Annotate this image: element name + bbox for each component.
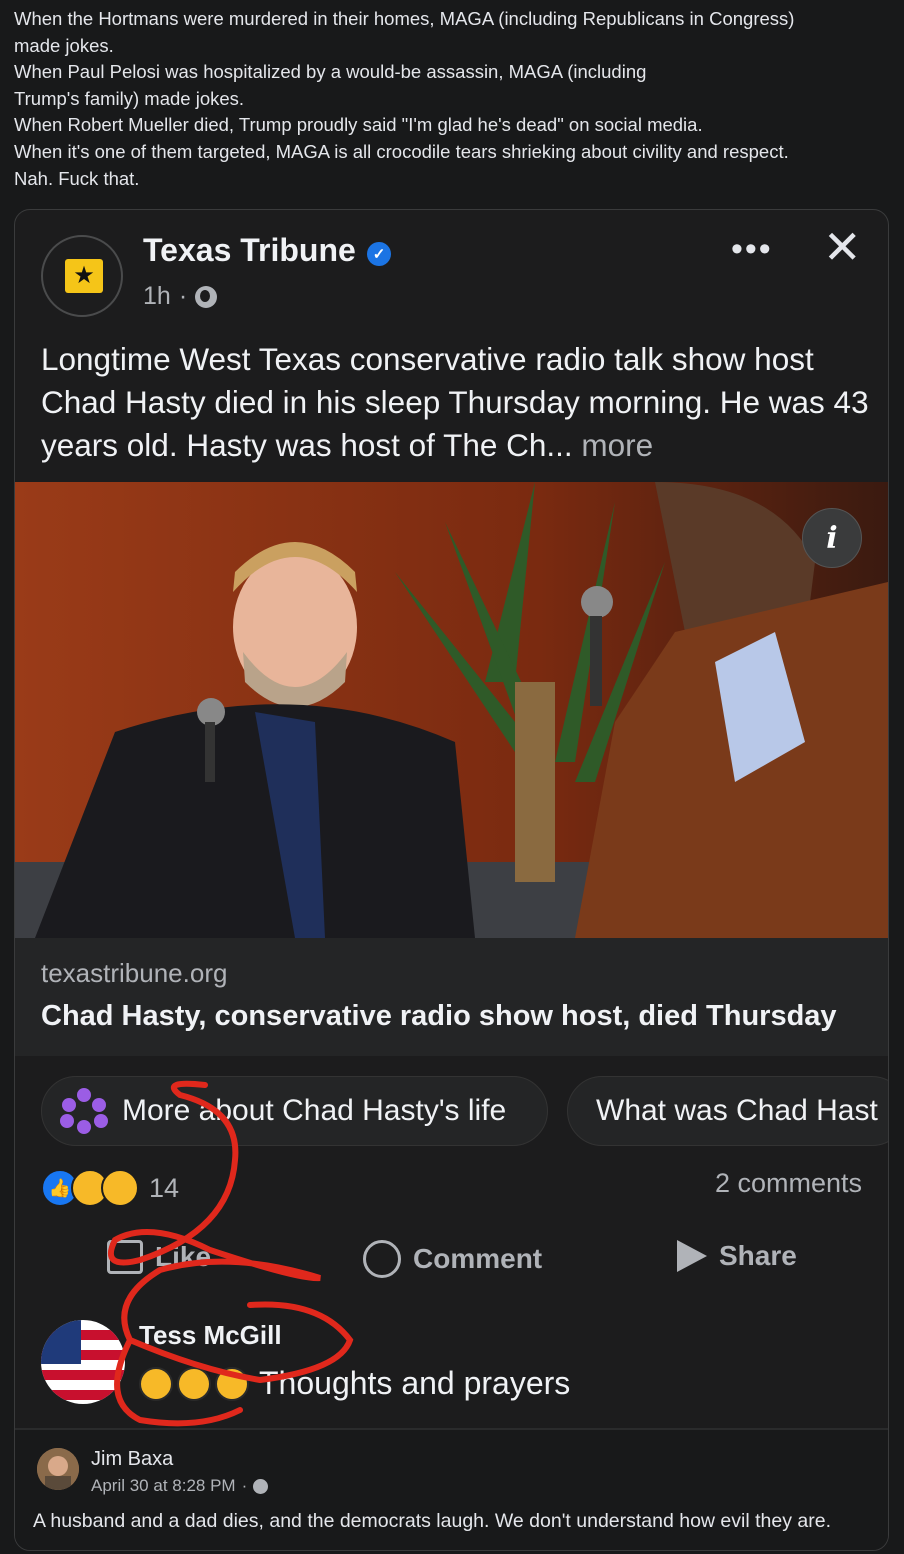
comment-icon: [363, 1240, 401, 1278]
share-label: Share: [719, 1240, 797, 1271]
comment-body: Thoughts and prayers: [259, 1365, 571, 1401]
author-avatar[interactable]: [37, 1448, 79, 1490]
commenter-name[interactable]: Tess McGill: [139, 1320, 282, 1351]
post-meta: 1h ·: [143, 282, 218, 311]
haha-reaction-icon: [101, 1169, 139, 1207]
link-title: Chad Hasty, conservative radio show host…: [41, 1000, 837, 1032]
comment-label: Comment: [413, 1243, 543, 1274]
meta-separator: ·: [178, 282, 188, 310]
page-name[interactable]: Texas Tribune: [143, 232, 356, 269]
comment-text: Thoughts and prayers: [139, 1365, 570, 1402]
like-icon: [107, 1240, 143, 1274]
share-icon: [677, 1240, 707, 1272]
post-date-text[interactable]: April 30 at 8:28 PM: [91, 1476, 236, 1496]
photo-illustration: [15, 482, 888, 938]
reaction-count: 14: [149, 1172, 180, 1203]
meta-ai-sparkle-icon: [54, 1086, 114, 1136]
chip-label: More about Chad Hasty's life: [122, 1094, 507, 1127]
post-text: Longtime West Texas conservative radio t…: [41, 338, 871, 467]
related-topic-chip[interactable]: More about Chad Hasty's life: [41, 1076, 548, 1146]
laughing-emoji-icon: [215, 1366, 249, 1401]
post-header: ★ Texas Tribune ✓ 1h · ••• ✕: [15, 210, 888, 317]
intro-line: Trump's family) made jokes.: [14, 87, 245, 109]
intro-line: When Paul Pelosi was hospitalized by a w…: [14, 61, 647, 83]
author-post-text: A husband and a dad dies, and the democr…: [33, 1510, 831, 1532]
info-icon[interactable]: i: [802, 508, 862, 568]
like-label: Like: [155, 1241, 212, 1272]
flag-avatar-image: [41, 1320, 125, 1404]
commenter-avatar[interactable]: [41, 1320, 125, 1404]
star-logo-icon: ★: [65, 259, 103, 293]
intro-line: made jokes.: [14, 34, 114, 56]
author-photo: [37, 1448, 79, 1490]
link-preview[interactable]: texastribune.org Chad Hasty, conservativ…: [15, 938, 888, 1056]
intro-line: When Robert Mueller died, Trump proudly …: [14, 114, 703, 136]
like-button[interactable]: Like: [107, 1240, 211, 1274]
chip-label: What was Chad Hast: [596, 1094, 878, 1127]
more-options-icon[interactable]: •••: [731, 230, 773, 269]
intro-line: When it's one of them targeted, MAGA is …: [14, 140, 789, 162]
laughing-emoji-icon: [177, 1366, 211, 1401]
link-domain: texastribune.org: [41, 958, 228, 988]
close-icon[interactable]: ✕: [823, 224, 862, 270]
reaction-summary[interactable]: 👍 14: [41, 1168, 179, 1208]
page-avatar[interactable]: ★: [41, 235, 123, 317]
globe-icon: [195, 285, 218, 308]
post-time[interactable]: 1h: [143, 282, 171, 311]
comment-item: Tess McGill Thoughts and prayers: [41, 1310, 871, 1410]
verified-badge-icon: ✓: [367, 242, 391, 266]
comments-count[interactable]: 2 comments: [715, 1168, 862, 1199]
intro-line: Nah. Fuck that.: [14, 167, 140, 189]
outer-post-footer: Jim Baxa April 30 at 8:28 PM · A husband…: [15, 1430, 888, 1550]
shared-post-card: ★ Texas Tribune ✓ 1h · ••• ✕ Longtime We…: [14, 209, 889, 1551]
post-date: April 30 at 8:28 PM ·: [91, 1476, 269, 1496]
see-more-link[interactable]: more: [581, 427, 653, 463]
author-name[interactable]: Jim Baxa: [91, 1448, 173, 1471]
post-body: Longtime West Texas conservative radio t…: [41, 341, 869, 463]
action-bar: Like Comment Share: [15, 1240, 888, 1290]
intro-text: When the Hortmans were murdered in their…: [14, 6, 894, 192]
share-button[interactable]: Share: [677, 1240, 797, 1272]
post-photo[interactable]: [15, 482, 888, 938]
globe-icon: [253, 1478, 269, 1494]
related-topic-chip[interactable]: What was Chad Hast: [567, 1076, 888, 1146]
intro-line: When the Hortmans were murdered in their…: [14, 8, 795, 29]
comment-button[interactable]: Comment: [363, 1240, 542, 1278]
meta-separator: ·: [241, 1476, 248, 1495]
laughing-emoji-icon: [139, 1366, 173, 1401]
